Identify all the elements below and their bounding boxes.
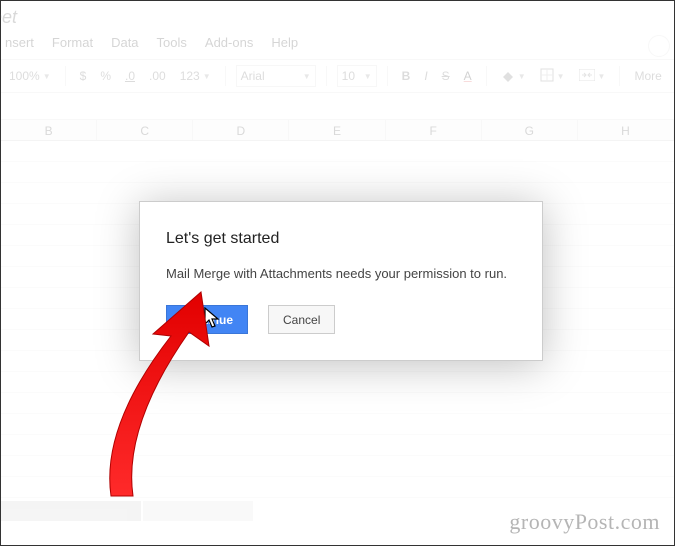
borders-icon [540,68,554,85]
decrease-decimals-button[interactable]: .0 [121,67,139,85]
number-format-dropdown[interactable]: 123▼ [176,67,215,85]
permission-dialog: Let's get started Mail Merge with Attach… [139,201,543,361]
fill-color-button[interactable]: ▼ [497,68,530,84]
col-header[interactable]: D [193,120,289,140]
menu-help[interactable]: Help [271,35,298,50]
menu-insert[interactable]: nsert [5,35,34,50]
cancel-button[interactable]: Cancel [268,305,335,334]
text-color-button[interactable]: A [460,67,476,85]
sheet-tab[interactable] [143,501,253,521]
more-button[interactable]: More [630,67,665,85]
col-header[interactable]: E [289,120,385,140]
paint-bucket-icon [501,70,515,82]
doc-title: sheet [1,7,45,28]
merge-cells-button[interactable]: ▼ [575,67,610,86]
zoom-dropdown[interactable]: 100%▼ [5,67,55,85]
italic-button[interactable]: I [420,67,431,85]
menu-data[interactable]: Data [111,35,138,50]
dialog-title: Let's get started [166,230,516,248]
menubar: nsert Format Data Tools Add-ons Help [1,35,298,50]
dialog-body: Mail Merge with Attachments needs your p… [166,266,516,281]
column-headers: B C D E F G H [1,119,674,141]
percent-button[interactable]: % [96,67,115,85]
col-header[interactable]: F [386,120,482,140]
menu-addons[interactable]: Add-ons [205,35,253,50]
sheet-tabs [1,501,255,521]
col-header[interactable]: H [578,120,674,140]
currency-button[interactable]: $ [76,67,91,85]
merge-icon [579,69,595,84]
bold-button[interactable]: B [398,67,415,85]
continue-button[interactable]: Continue [166,305,248,334]
col-header[interactable]: B [1,120,97,140]
menu-format[interactable]: Format [52,35,93,50]
font-size-dropdown[interactable]: 10▼ [337,65,377,87]
toolbar: 100%▼ $ % .0 .00 123▼ Arial▼ 10▼ B I U S… [1,59,674,93]
watermark: groovyPost.com [509,509,660,535]
menu-tools[interactable]: Tools [157,35,187,50]
sheet-tab[interactable] [1,501,141,521]
strikethrough-button[interactable]: S [438,67,454,85]
col-header[interactable]: G [482,120,578,140]
dialog-actions: Continue Cancel [166,305,516,334]
font-family-dropdown[interactable]: Arial▼ [236,65,316,87]
col-header[interactable]: C [97,120,193,140]
increase-decimals-button[interactable]: .00 [145,67,170,85]
search-icon[interactable] [648,35,670,57]
borders-button[interactable]: ▼ [536,66,569,87]
